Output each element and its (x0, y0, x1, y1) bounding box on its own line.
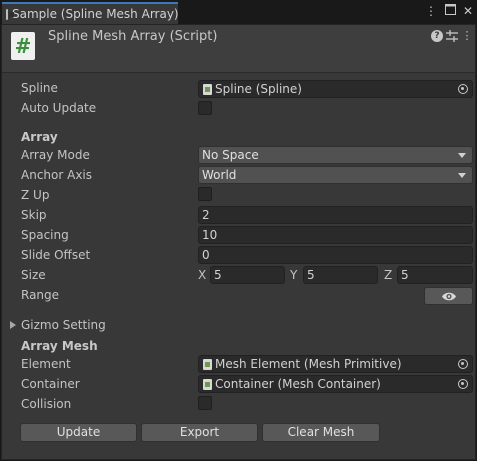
component-header: # Spline Mesh Array (Script) ? ⋮ (2, 25, 475, 73)
anchor-axis-label: Anchor Axis (21, 168, 93, 182)
chevron-down-icon (458, 173, 466, 178)
more-icon[interactable]: ⋮ (461, 30, 473, 42)
tab-bar: Sample (Spline Mesh Array) ⋮ ✕ (0, 0, 477, 24)
close-icon[interactable]: ✕ (461, 4, 475, 18)
gizmo-setting-foldout[interactable]: Gizmo Setting (10, 318, 106, 332)
spline-field[interactable]: Spline (Spline) (198, 80, 473, 98)
element-label: Element (21, 357, 71, 371)
object-picker-icon[interactable] (458, 379, 468, 389)
range-visibility-button[interactable] (424, 287, 473, 305)
mesh-element-asset-icon (203, 358, 212, 370)
slide-offset-label: Slide Offset (21, 248, 91, 262)
anchor-axis-value: World (202, 168, 237, 182)
inspector-tab-label: Sample (Spline Mesh Array) (12, 7, 179, 21)
object-picker-icon[interactable] (458, 84, 468, 94)
clear-mesh-button[interactable]: Clear Mesh (262, 423, 380, 442)
anchor-axis-dropdown[interactable]: World (198, 166, 473, 184)
update-button[interactable]: Update (20, 423, 137, 442)
skip-label: Skip (21, 208, 47, 222)
script-icon: # (11, 32, 35, 60)
help-icon[interactable]: ? (431, 30, 443, 42)
z-up-checkbox[interactable] (198, 187, 212, 201)
element-value: Mesh Element (Mesh Primitive) (215, 357, 402, 371)
inspector-panel: # Spline Mesh Array (Script) ? ⋮ Spline … (1, 24, 476, 460)
spacing-label: Spacing (21, 228, 69, 242)
collision-label: Collision (21, 397, 72, 411)
skip-field[interactable]: 2 (198, 206, 473, 224)
auto-update-label: Auto Update (21, 101, 97, 115)
container-field[interactable]: Container (Mesh Container) (198, 375, 473, 393)
range-label: Range (21, 288, 60, 302)
spline-label: Spline (21, 81, 58, 95)
collision-checkbox[interactable] (198, 396, 212, 410)
size-y-label: Y (290, 268, 298, 282)
container-value: Container (Mesh Container) (215, 377, 381, 391)
spline-value: Spline (Spline) (215, 82, 302, 96)
z-up-label: Z Up (21, 188, 50, 202)
size-label: Size (21, 268, 46, 282)
gizmo-setting-label: Gizmo Setting (21, 318, 106, 332)
kebab-menu-icon[interactable]: ⋮ (424, 4, 438, 18)
size-y-field[interactable]: 5 (303, 266, 378, 284)
array-mode-value: No Space (202, 148, 259, 162)
caret-right-icon (10, 321, 16, 329)
container-asset-icon (203, 378, 212, 390)
size-z-label: Z (384, 268, 393, 282)
component-title: Spline Mesh Array (Script) (48, 29, 218, 44)
size-x-label: X (198, 268, 207, 282)
presets-icon[interactable] (446, 30, 458, 42)
array-mesh-section-header: Array Mesh (21, 339, 98, 353)
inspector-tab-icon (6, 8, 14, 20)
export-button[interactable]: Export (141, 423, 258, 442)
chevron-down-icon (458, 153, 466, 158)
size-z-field[interactable]: 5 (397, 266, 473, 284)
slide-offset-field[interactable]: 0 (198, 246, 473, 264)
element-field[interactable]: Mesh Element (Mesh Primitive) (198, 355, 473, 373)
container-label: Container (21, 377, 80, 391)
auto-update-checkbox[interactable] (198, 101, 212, 115)
maximize-icon[interactable] (443, 4, 457, 18)
array-section-header: Array (21, 130, 58, 144)
array-mode-dropdown[interactable]: No Space (198, 146, 473, 164)
eye-icon (442, 292, 456, 301)
inspector-tab[interactable]: Sample (Spline Mesh Array) (2, 2, 179, 24)
array-mode-label: Array Mode (21, 148, 90, 162)
object-picker-icon[interactable] (458, 359, 468, 369)
size-x-field[interactable]: 5 (210, 266, 285, 284)
spacing-field[interactable]: 10 (198, 226, 473, 244)
spline-asset-icon (203, 83, 212, 95)
